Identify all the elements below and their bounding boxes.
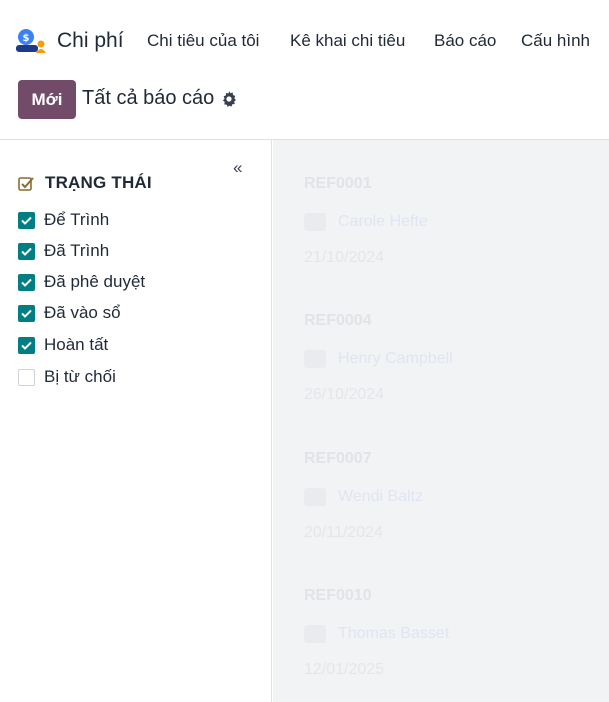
record-ref: REF0001 <box>304 175 372 192</box>
list-item[interactable]: REF0010 Thomas Basset 12/01/2025 <box>304 587 449 679</box>
app-title[interactable]: Chi phí <box>57 29 124 53</box>
status-section-header: TRẠNG THÁI <box>18 173 152 193</box>
employee-name: Wendi Baltz <box>338 488 424 505</box>
filter-label: Bị từ chối <box>44 367 116 386</box>
checkbox-checked[interactable] <box>18 211 35 229</box>
record-employee: Carole Hefte <box>304 213 428 231</box>
filter-submitted[interactable]: Đã Trình <box>18 241 109 261</box>
record-ref: REF0007 <box>304 450 372 467</box>
record-date: 20/11/2024 <box>304 524 383 541</box>
filter-sidebar: « TRẠNG THÁI Để Trình Đã Trình Đã phê du… <box>0 140 272 702</box>
filter-label: Đã Trình <box>44 241 110 260</box>
collapse-sidebar-icon[interactable]: « <box>233 158 242 178</box>
employee-name: Henry Campbell <box>338 350 453 367</box>
avatar <box>304 625 326 643</box>
checkbox-checked[interactable] <box>18 304 35 322</box>
filter-done[interactable]: Hoàn tất <box>18 335 108 355</box>
top-navbar: $ Chi phí Chi tiêu của tôi Kê khai chi t… <box>0 0 609 78</box>
record-ref: REF0004 <box>304 312 372 329</box>
avatar <box>304 213 326 231</box>
filter-label: Để Trình <box>44 210 110 229</box>
report-list: REF0001 Carole Hefte 21/10/2024 REF0004 … <box>273 140 609 702</box>
filter-to-submit[interactable]: Để Trình <box>18 210 109 230</box>
checkbox-list-icon <box>18 176 34 191</box>
record-date: 26/10/2024 <box>304 386 385 403</box>
list-item[interactable]: REF0001 Carole Hefte 21/10/2024 <box>304 175 428 267</box>
record-date: 21/10/2024 <box>304 249 385 266</box>
record-ref: REF0010 <box>304 587 372 604</box>
menu-my-expenses[interactable]: Chi tiêu của tôi <box>147 31 259 51</box>
section-title: TRẠNG THÁI <box>45 173 152 192</box>
menu-expense-reports[interactable]: Kê khai chi tiêu <box>290 31 405 51</box>
list-item[interactable]: REF0007 Wendi Baltz 20/11/2024 <box>304 450 423 542</box>
avatar <box>304 488 326 506</box>
checkbox-checked[interactable] <box>18 242 35 260</box>
list-item[interactable]: REF0004 Henry Campbell 26/10/2024 <box>304 312 453 404</box>
expenses-app-icon[interactable]: $ <box>16 27 46 54</box>
record-date: 12/01/2025 <box>304 661 385 678</box>
menu-reporting[interactable]: Báo cáo <box>434 31 496 51</box>
menu-configuration[interactable]: Cấu hình <box>521 31 590 51</box>
svg-text:$: $ <box>23 33 30 44</box>
checkbox-checked[interactable] <box>18 336 35 354</box>
new-button[interactable]: Mới <box>18 80 76 119</box>
employee-name: Carole Hefte <box>338 213 428 230</box>
record-employee: Thomas Basset <box>304 625 449 643</box>
gear-icon[interactable] <box>221 91 237 107</box>
filter-posted[interactable]: Đã vào sổ <box>18 303 121 323</box>
page-title: Tất cả báo cáo <box>82 87 215 109</box>
record-employee: Henry Campbell <box>304 350 453 368</box>
checkbox-checked[interactable] <box>18 273 35 291</box>
avatar <box>304 350 326 368</box>
filter-refused[interactable]: Bị từ chối <box>18 367 116 387</box>
employee-name: Thomas Basset <box>338 625 450 642</box>
filter-label: Đã vào sổ <box>44 303 121 322</box>
filter-label: Hoàn tất <box>44 335 109 354</box>
filter-approved[interactable]: Đã phê duyệt <box>18 272 145 292</box>
checkbox-unchecked[interactable] <box>18 368 35 386</box>
filter-label: Đã phê duyệt <box>44 272 146 291</box>
record-employee: Wendi Baltz <box>304 488 423 506</box>
